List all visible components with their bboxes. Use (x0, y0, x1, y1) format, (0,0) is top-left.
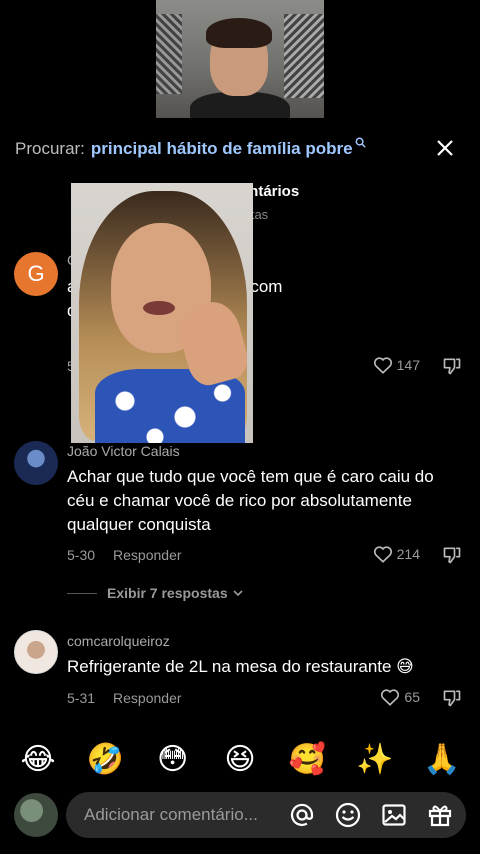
avatar[interactable] (14, 630, 58, 674)
like-count: 214 (396, 546, 420, 562)
reply-button[interactable]: Responder (113, 547, 182, 563)
view-replies-label: Exibir 7 respostas (107, 585, 228, 601)
like-button[interactable]: 214 (373, 545, 420, 563)
emoji-button[interactable]: 🙏 (422, 740, 462, 780)
comment-text: Achar que tudo que você tem que é caro c… (67, 467, 434, 534)
reply-button[interactable]: Responder (113, 690, 182, 706)
comment-date: 5-31 (67, 690, 96, 706)
heart-icon (373, 357, 392, 374)
comment-username[interactable]: comcarolqueiroz (67, 633, 170, 649)
heart-icon (381, 689, 400, 706)
emoji-button[interactable]: 😆 (220, 740, 260, 780)
emoji-button[interactable]: ✨ (355, 740, 395, 780)
dislike-icon[interactable] (442, 545, 462, 565)
like-count: 65 (404, 689, 420, 705)
comment-text: Refrigerante de 2L na mesa do restaurant… (67, 657, 414, 676)
emoji-button[interactable]: 😂 (18, 740, 58, 780)
chevron-down-icon (233, 590, 243, 597)
person-hair (206, 18, 272, 48)
floating-video-overlay[interactable] (71, 183, 253, 443)
like-button[interactable]: 147 (373, 356, 420, 374)
view-replies-button[interactable]: Exibir 7 respostas (67, 585, 244, 601)
comment-item: comcarolqueiroz Refrigerante de 2L na me… (0, 630, 480, 720)
mention-icon[interactable] (288, 801, 316, 829)
emoji-button[interactable]: 🤣 (85, 740, 125, 780)
emoji-quick-bar: 😂 🤣 😳 😆 🥰 ✨ 🙏 (0, 740, 480, 780)
like-count: 147 (396, 357, 420, 373)
avatar-letter: G (27, 261, 45, 286)
comment-date: 5-30 (67, 547, 96, 563)
top-video-preview[interactable] (156, 0, 324, 118)
search-icon[interactable] (355, 137, 366, 151)
comment-item: João Victor Calais Achar que tudo que vo… (0, 441, 480, 581)
like-button[interactable]: 65 (380, 688, 420, 706)
dislike-icon[interactable] (442, 688, 462, 708)
dislike-icon[interactable] (442, 356, 462, 376)
emoji-icon[interactable] (334, 801, 362, 829)
search-prefix: Procurar: (15, 139, 85, 158)
video-background-left (156, 14, 182, 94)
close-icon[interactable] (431, 134, 459, 162)
avatar[interactable] (14, 441, 58, 485)
search-query-link[interactable]: principal hábito de família pobre (91, 139, 353, 159)
image-icon[interactable] (380, 801, 408, 829)
divider (67, 592, 97, 594)
person-mouth (143, 301, 175, 315)
comment-username[interactable]: João Victor Calais (67, 443, 180, 459)
emoji-button[interactable]: 😳 (153, 740, 193, 780)
gift-icon[interactable] (426, 801, 454, 829)
heart-icon (373, 546, 392, 563)
video-background-right (284, 14, 324, 98)
avatar[interactable]: G (14, 252, 58, 296)
comment-input-bar (0, 790, 480, 840)
comment-meta: 5-31 Responder (67, 690, 182, 706)
comment-meta: 5-30 Responder (67, 547, 182, 563)
comment-input-container (66, 792, 466, 838)
emoji-button[interactable]: 🥰 (287, 740, 327, 780)
comment-input[interactable] (84, 792, 284, 838)
user-avatar[interactable] (14, 793, 58, 837)
search-row: Procurar: principal hábito de família po… (15, 136, 465, 162)
